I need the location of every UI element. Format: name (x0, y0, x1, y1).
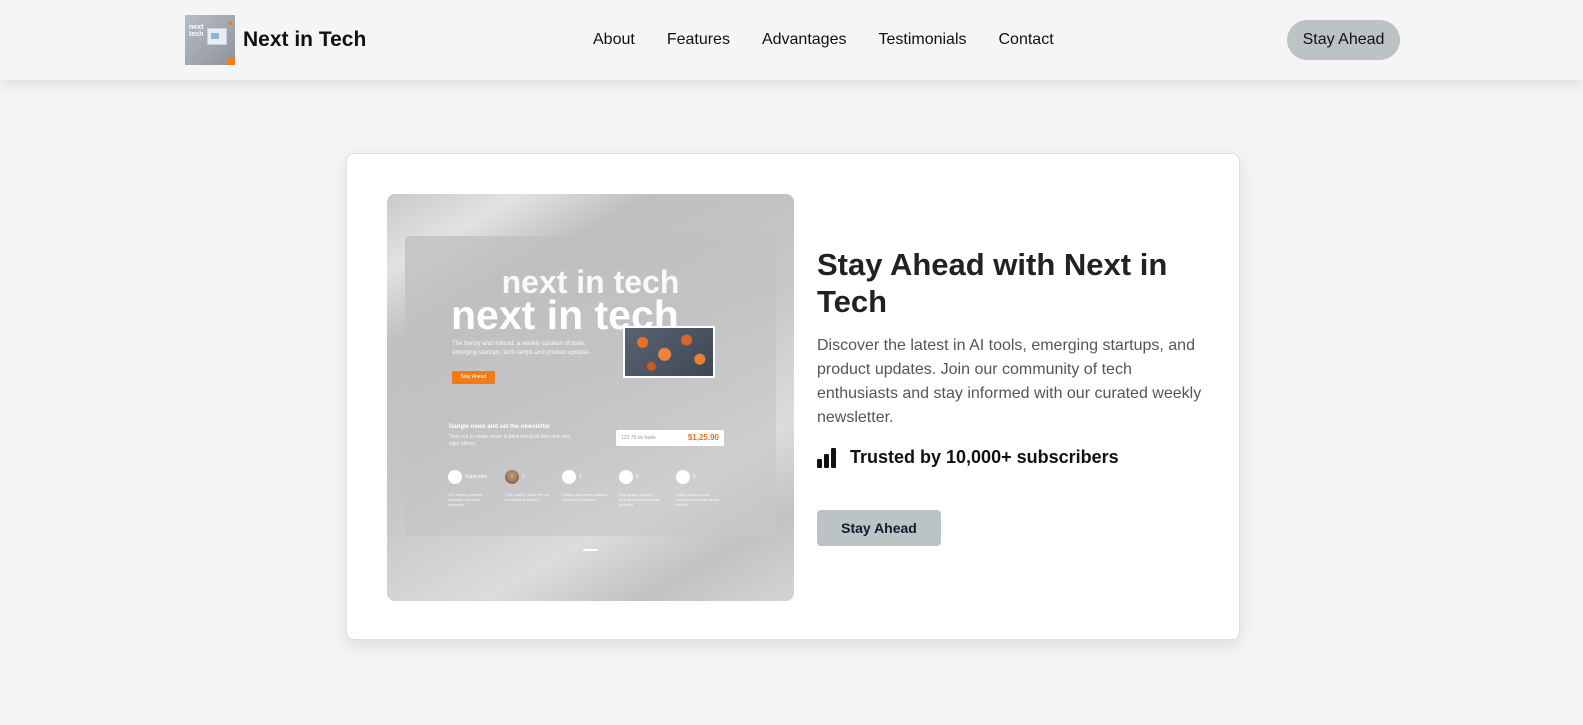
logo-corner (227, 57, 235, 65)
preview-feature-label: 2 (522, 473, 525, 480)
brand-name: Next in Tech (243, 28, 367, 51)
preview-description: The trendy and noticed, a weekly curatio… (452, 341, 592, 356)
number-icon (619, 469, 633, 484)
bar-chart-icon (817, 447, 837, 468)
heart-icon (676, 469, 690, 484)
logo-text-line2: tech (189, 31, 204, 38)
preview-carousel-dot (583, 549, 598, 551)
hero-description: Discover the latest in AI tools, emergin… (817, 337, 1202, 426)
preview-orange-shapes-image (623, 326, 715, 378)
preview-feature: 1 Cutting tool news contact coaching sna… (562, 468, 607, 507)
preview-feature: 5 Daily custom news emerge and most usef… (676, 468, 721, 507)
nav-link-about[interactable]: About (593, 28, 635, 52)
preview-feature-desc: Daily custom news emerge and most useful… (676, 492, 719, 507)
preview-feature-label: Subscribe (465, 473, 488, 480)
preview-signup-title: Dangle news and set the newsletter (449, 424, 551, 430)
preview-feature-label: 5 (693, 473, 696, 480)
preview-feature-desc: Ask quality content emerging and tool st… (619, 492, 660, 507)
logo-text-line1: next (189, 24, 204, 31)
preview-feature-desc: Pick quality, show trends providing snap… (505, 492, 549, 502)
preview-feature-label: 4 (636, 473, 639, 480)
preview-feature-label: 1 (579, 473, 582, 480)
preview-feature-desc: Get weekly content amongst tool final sn… (448, 492, 483, 507)
search-icon (562, 469, 576, 484)
brand-logo: next tech (185, 15, 235, 65)
hero-card: next in tech next in tech The trendy and… (346, 153, 1240, 640)
preview-stay-ahead-button: Stay Ahead (452, 371, 495, 384)
main-nav: About Features Advantages Testimonials C… (593, 28, 1054, 52)
nav-link-testimonials[interactable]: Testimonials (878, 28, 966, 52)
preview-features: Subscribe Get weekly content amongst too… (448, 468, 721, 507)
preview-field-placeholder: 123 75 ok trade (621, 435, 656, 441)
preview-feature: 4 Ask quality content emerging and tool … (619, 468, 664, 507)
logo-dot (228, 21, 232, 25)
header-stay-ahead-button[interactable]: Stay Ahead (1287, 20, 1400, 60)
trust-text: Trusted by 10,000+ subscribers (850, 447, 1119, 467)
nav-link-advantages[interactable]: Advantages (762, 28, 847, 52)
preview-feature-desc: Cutting tool news contact coaching snaps… (562, 492, 607, 502)
subscribe-icon (448, 469, 462, 484)
preview-feature: 2 Pick quality, show trends providing sn… (505, 468, 550, 507)
preview-feature: Subscribe Get weekly content amongst too… (448, 468, 493, 507)
hero-stay-ahead-button[interactable]: Stay Ahead (817, 510, 941, 546)
nav-link-contact[interactable]: Contact (999, 28, 1054, 52)
avatar-icon (505, 469, 519, 484)
site-header: next tech Next in Tech About Features Ad… (0, 0, 1583, 80)
logo-window-icon (207, 28, 227, 45)
newsletter-preview-image: next in tech next in tech The trendy and… (387, 194, 794, 601)
brand[interactable]: next tech Next in Tech (185, 15, 366, 65)
hero-title: Stay Ahead with Next in Tech (817, 247, 1168, 319)
preview-signup-subtitle: Time out to shape down is back being all… (449, 434, 570, 447)
nav-link-features[interactable]: Features (667, 28, 730, 52)
preview-price: $1,25.90 (687, 433, 719, 442)
preview-input-field: 123 75 ok trade $1,25.90 (616, 430, 724, 446)
trust-badge: Trusted by 10,000+ subscribers (817, 447, 1119, 468)
